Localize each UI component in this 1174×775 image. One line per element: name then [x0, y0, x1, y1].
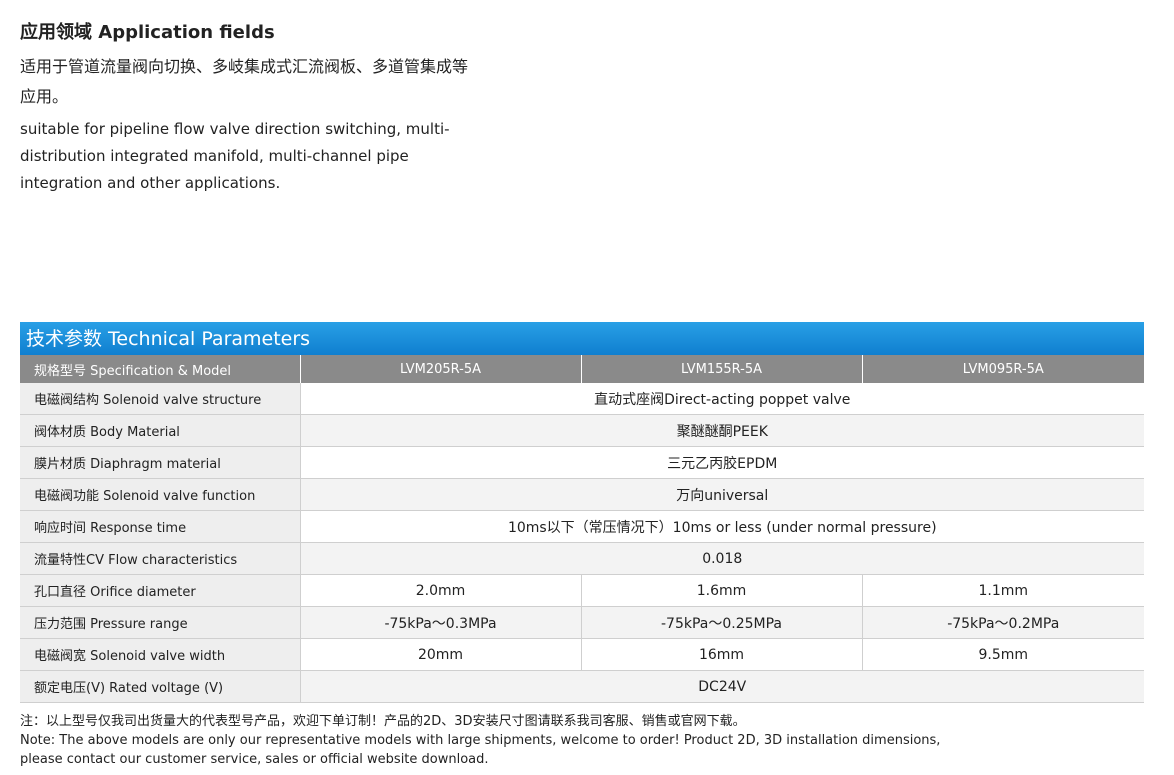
application-text-cn: 适用于管道流量阀向切换、多岐集成式汇流阀板、多道管集成等应用。: [20, 57, 469, 106]
row-value: 万向universal: [300, 478, 1144, 511]
footnotes: 注：以上型号仅我司出货量大的代表型号产品，欢迎下单订制！产品的2D、3D安装尺寸…: [20, 712, 1150, 769]
row-label: 流量特性CV Flow characteristics: [20, 542, 301, 575]
application-text-en: suitable for pipeline flow valve directi…: [20, 120, 450, 192]
row-label: 电磁阀宽 Solenoid valve width: [20, 638, 301, 671]
model-1: LVM205R-5A: [300, 355, 582, 383]
table-header-row: 规格型号 Specification & Model LVM205R-5A LV…: [20, 355, 1144, 383]
table-row: 压力范围 Pressure range -75kPa～0.3MPa -75kPa…: [20, 606, 1144, 639]
tech-title-bar: 技术参数 Technical Parameters: [20, 322, 1144, 355]
row-value: 0.018: [300, 542, 1144, 575]
row-value: 1.1mm: [862, 574, 1144, 607]
row-label: 阀体材质 Body Material: [20, 414, 301, 447]
row-label: 电磁阀结构 Solenoid valve structure: [20, 383, 301, 415]
table-row: 阀体材质 Body Material 聚醚醚酮PEEK: [20, 414, 1144, 447]
table-row: 额定电压(V) Rated voltage (V) DC24V: [20, 670, 1144, 703]
row-value: 1.6mm: [581, 574, 863, 607]
row-label: 压力范围 Pressure range: [20, 606, 301, 639]
row-value: DC24V: [300, 670, 1144, 703]
row-value: 直动式座阀Direct-acting poppet valve: [300, 383, 1144, 415]
note-en-2: please contact our customer service, sal…: [20, 752, 489, 767]
parameters-table: 规格型号 Specification & Model LVM205R-5A LV…: [20, 355, 1144, 703]
table-row: 膜片材质 Diaphragm material 三元乙丙胶EPDM: [20, 446, 1144, 479]
application-title: 应用领域 Application fields: [20, 22, 275, 43]
row-label: 响应时间 Response time: [20, 510, 301, 543]
row-value: 10ms以下（常压情况下）10ms or less (under normal …: [300, 510, 1144, 543]
application-section: 应用领域 Application fields 适用于管道流量阀向切换、多岐集成…: [20, 20, 480, 197]
row-value: -75kPa～0.3MPa: [300, 606, 582, 639]
row-value: -75kPa～0.25MPa: [581, 606, 863, 639]
table-row: 电磁阀功能 Solenoid valve function 万向universa…: [20, 478, 1144, 511]
row-value: -75kPa～0.2MPa: [862, 606, 1144, 639]
table-row: 电磁阀结构 Solenoid valve structure 直动式座阀Dire…: [20, 383, 1144, 415]
model-3: LVM095R-5A: [862, 355, 1144, 383]
row-label: 额定电压(V) Rated voltage (V): [20, 670, 301, 703]
row-value: 16mm: [581, 638, 863, 671]
row-label: 膜片材质 Diaphragm material: [20, 446, 301, 479]
row-value: 2.0mm: [300, 574, 582, 607]
row-value: 9.5mm: [862, 638, 1144, 671]
technical-parameters: 技术参数 Technical Parameters 规格型号 Specifica…: [20, 322, 1144, 703]
table-row: 流量特性CV Flow characteristics 0.018: [20, 542, 1144, 575]
header-label: 规格型号 Specification & Model: [20, 355, 301, 383]
row-label: 孔口直径 Orifice diameter: [20, 574, 301, 607]
row-value: 20mm: [300, 638, 582, 671]
table-row: 电磁阀宽 Solenoid valve width 20mm 16mm 9.5m…: [20, 638, 1144, 671]
row-label: 电磁阀功能 Solenoid valve function: [20, 478, 301, 511]
model-2: LVM155R-5A: [581, 355, 863, 383]
table-row: 孔口直径 Orifice diameter 2.0mm 1.6mm 1.1mm: [20, 574, 1144, 607]
note-en-1: Note: The above models are only our repr…: [20, 733, 941, 748]
row-value: 聚醚醚酮PEEK: [300, 414, 1144, 447]
row-value: 三元乙丙胶EPDM: [300, 446, 1144, 479]
note-cn: 注：以上型号仅我司出货量大的代表型号产品，欢迎下单订制！产品的2D、3D安装尺寸…: [20, 714, 746, 729]
table-row: 响应时间 Response time 10ms以下（常压情况下）10ms or …: [20, 510, 1144, 543]
